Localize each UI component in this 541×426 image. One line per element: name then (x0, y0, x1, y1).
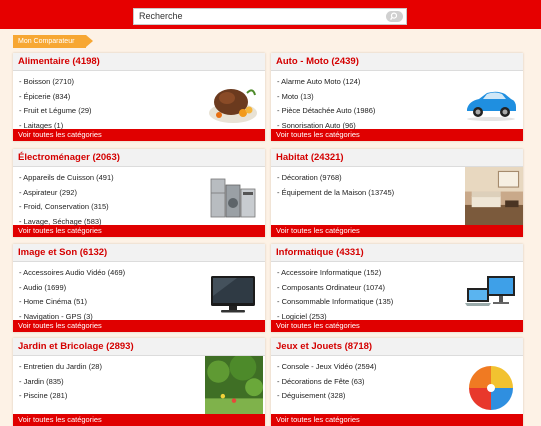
top-bar (0, 0, 541, 29)
television-image (211, 276, 255, 313)
see-all-categories-link[interactable]: Voir toutes les catégories (271, 414, 523, 426)
beach-ball-image (469, 366, 513, 410)
see-all-categories-link[interactable]: Voir toutes les catégories (13, 414, 265, 426)
appliances-image (210, 178, 256, 218)
category-card-jardin-bricolage: Jardin et Bricolage (2893) - Entretien d… (13, 338, 265, 426)
blue-car-image (467, 91, 516, 121)
category-card-informatique: Informatique (4331) - Accessoire Informa… (271, 244, 523, 332)
search-input[interactable] (139, 9, 379, 24)
food-dish-image (209, 89, 257, 123)
category-title[interactable]: Alimentaire (4198) (13, 53, 265, 71)
search-box[interactable] (133, 8, 407, 25)
search-button[interactable] (386, 11, 403, 22)
category-card-auto-moto: Auto - Moto (2439) - Alarme Auto Moto (1… (271, 53, 523, 141)
category-title[interactable]: Informatique (4331) (271, 244, 523, 262)
category-title[interactable]: Auto - Moto (2439) (271, 53, 523, 71)
breadcrumb[interactable]: Mon Comparateur (13, 35, 94, 48)
search-icon (390, 12, 398, 21)
category-title[interactable]: Électroménager (2063) (13, 149, 265, 167)
category-card-jeux-jouets: Jeux et Jouets (8718) - Console - Jeux V… (271, 338, 523, 426)
category-title[interactable]: Jeux et Jouets (8718) (271, 338, 523, 356)
category-title[interactable]: Jardin et Bricolage (2893) (13, 338, 265, 356)
category-card-image-son: Image et Son (6132) - Accessoires Audio … (13, 244, 265, 332)
category-card-habitat: Habitat (24321) - Décoration (9768) - Éq… (271, 149, 523, 237)
category-title[interactable]: Image et Son (6132) (13, 244, 265, 262)
laptop-monitor-image (465, 276, 515, 306)
see-all-categories-link[interactable]: Voir toutes les catégories (271, 225, 523, 237)
garden-image (205, 356, 263, 414)
category-title[interactable]: Habitat (24321) (271, 149, 523, 167)
living-room-image (465, 167, 523, 225)
category-card-alimentaire: Alimentaire (4198) - Boisson (2710) - Ép… (13, 53, 265, 141)
category-card-electromenager: Électroménager (2063) - Appareils de Cui… (13, 149, 265, 237)
